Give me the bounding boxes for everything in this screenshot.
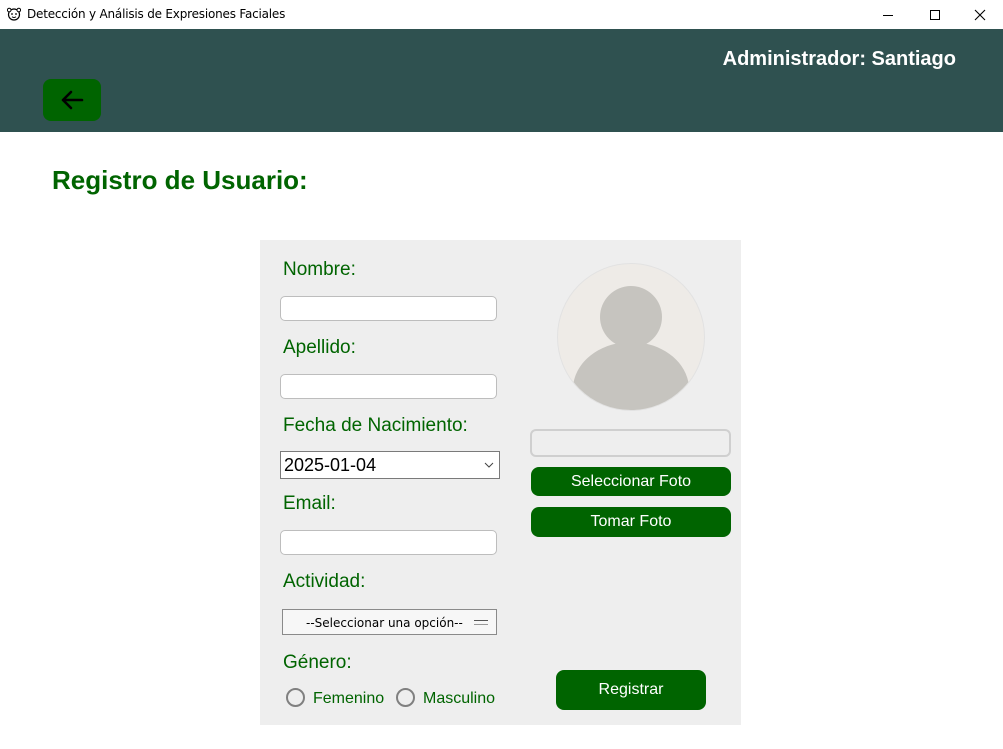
close-button[interactable] <box>957 0 1003 29</box>
actividad-label: Actividad: <box>283 571 366 592</box>
radio-masculino[interactable] <box>396 688 415 707</box>
radio-masculino-label[interactable]: Masculino <box>423 690 495 708</box>
window-title: Detección y Análisis de Expresiones Faci… <box>27 7 286 21</box>
actividad-select[interactable]: --Seleccionar una opción-- <box>282 609 497 635</box>
fecha-value: 2025-01-04 <box>284 455 377 475</box>
admin-label: Administrador: Santiago <box>722 48 956 70</box>
user-avatar-icon <box>573 286 689 410</box>
nombre-label: Nombre: <box>283 259 356 280</box>
page-title: Registro de Usuario: <box>52 165 308 195</box>
dropdown-indicator-icon <box>474 620 488 625</box>
registration-panel: Nombre: Apellido: Fecha de Nacimiento: 2… <box>260 240 741 725</box>
back-button[interactable] <box>43 79 101 121</box>
register-button[interactable]: Registrar <box>556 670 706 710</box>
app-header: Administrador: Santiago <box>0 29 1003 132</box>
maximize-icon <box>930 9 940 20</box>
apellido-label: Apellido: <box>283 337 356 358</box>
email-input[interactable] <box>280 530 497 555</box>
apellido-input[interactable] <box>280 374 497 399</box>
nombre-input[interactable] <box>280 296 497 321</box>
fecha-nacimiento-picker[interactable]: 2025-01-04 <box>280 451 500 479</box>
arrow-left-icon <box>61 90 84 110</box>
radio-femenino-label[interactable]: Femenino <box>313 690 384 708</box>
genero-label: Género: <box>283 652 352 673</box>
maximize-button[interactable] <box>912 0 958 29</box>
minimize-button[interactable] <box>865 0 911 29</box>
actividad-selected: --Seleccionar una opción-- <box>306 616 463 630</box>
select-photo-button[interactable]: Seleccionar Foto <box>531 467 731 496</box>
photo-path-field <box>530 429 731 457</box>
photo-preview <box>557 263 705 411</box>
radio-femenino[interactable] <box>286 688 305 707</box>
minimize-icon <box>883 14 893 16</box>
take-photo-button[interactable]: Tomar Foto <box>531 507 731 537</box>
chevron-down-icon <box>484 462 494 468</box>
app-icon <box>7 7 21 21</box>
window-titlebar: Detección y Análisis de Expresiones Faci… <box>0 0 1003 29</box>
fecha-label: Fecha de Nacimiento: <box>283 415 468 436</box>
email-label: Email: <box>283 493 336 514</box>
close-icon <box>974 9 986 20</box>
